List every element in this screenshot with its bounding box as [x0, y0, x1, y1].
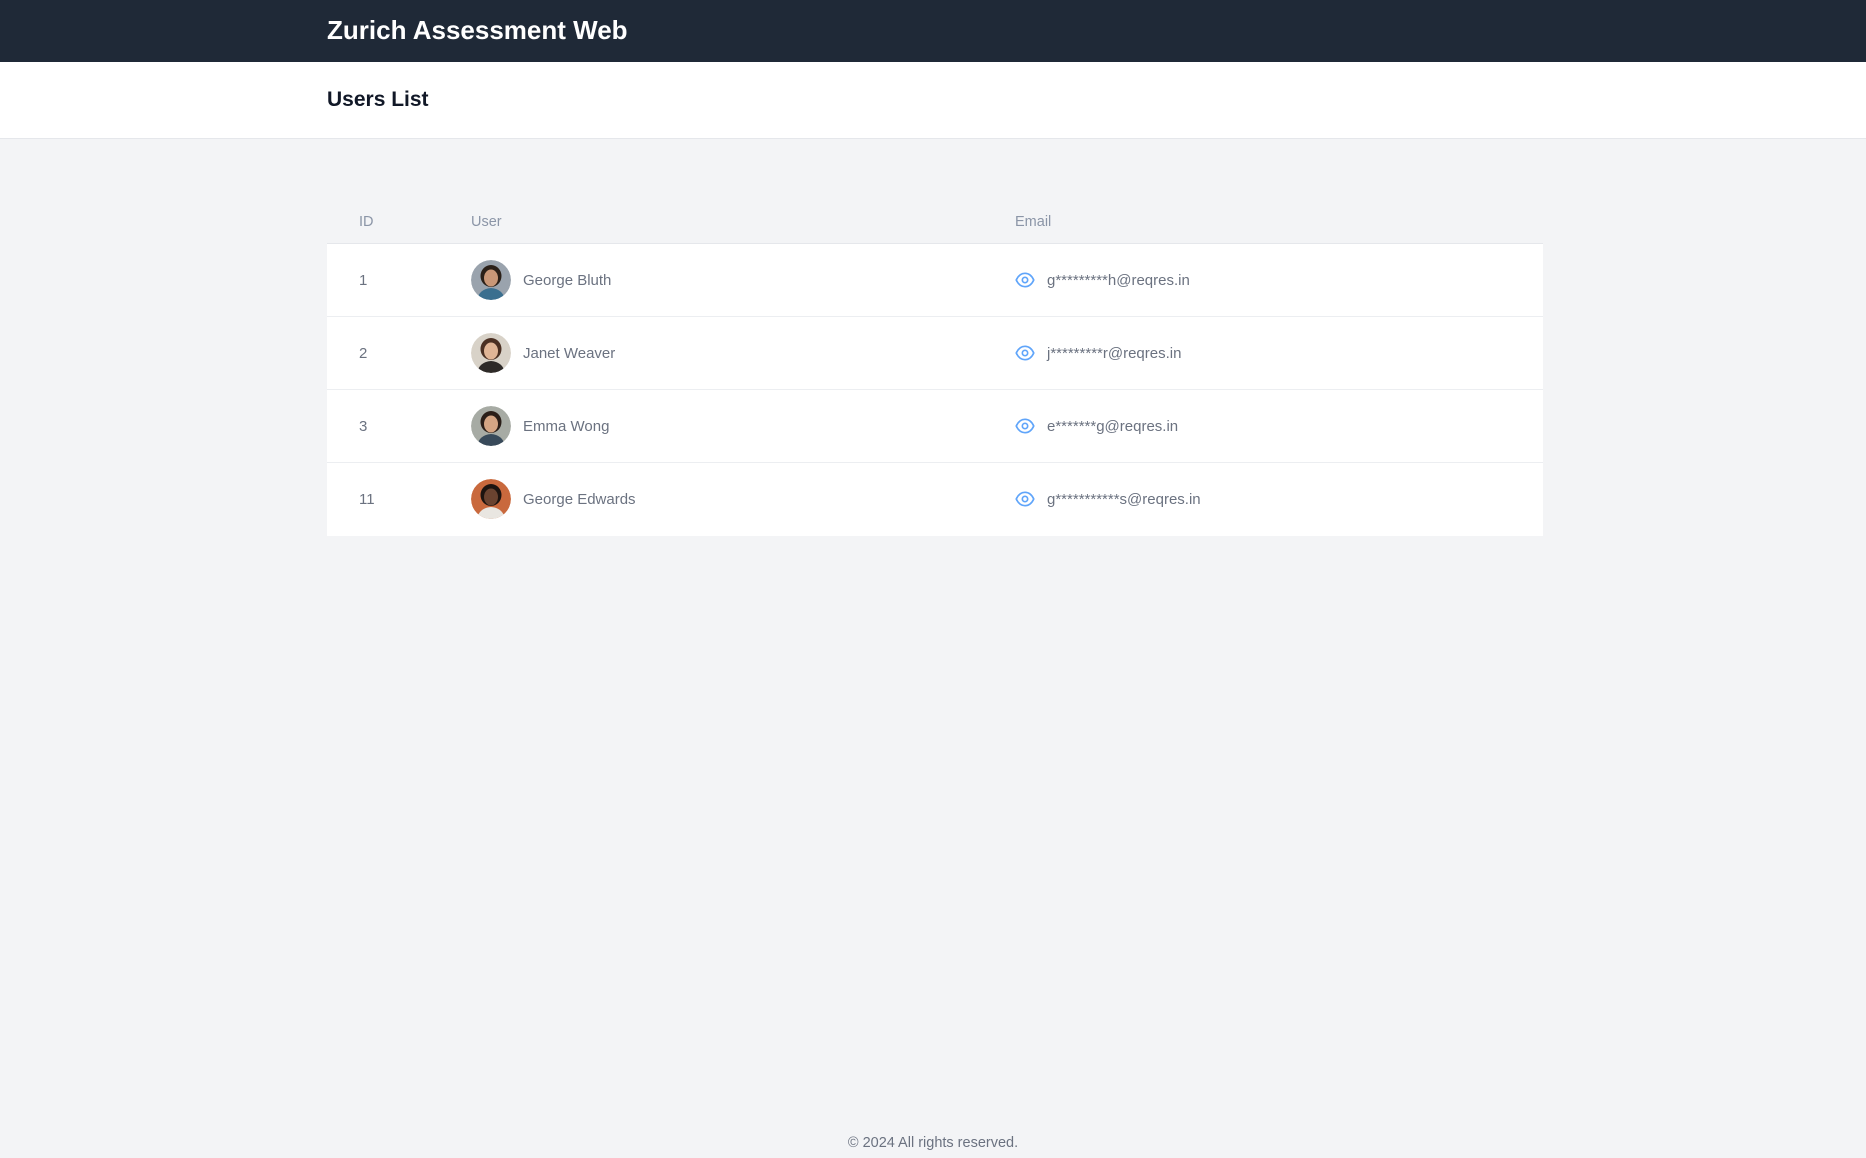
- user-email: g***********s@reqres.in: [1047, 490, 1201, 508]
- user-cell: George Edwards: [439, 462, 983, 536]
- user-cell: Emma Wong: [439, 389, 983, 463]
- avatar: [471, 479, 511, 520]
- table-row: 2 Janet Weaver j*********r@reqres.in: [327, 316, 1543, 390]
- user-cell: George Bluth: [439, 244, 983, 317]
- eye-icon[interactable]: [1015, 343, 1035, 363]
- user-info: George Bluth: [471, 260, 983, 300]
- user-id-cell: 3: [327, 389, 439, 463]
- user-name: Janet Weaver: [523, 344, 616, 362]
- table-row: 1 George Bluth g*********h@reqres.in: [327, 243, 1543, 317]
- user-cell: Janet Weaver: [439, 316, 983, 390]
- avatar: [471, 406, 511, 446]
- page-header: Users List: [0, 62, 1866, 139]
- user-email: j*********r@reqres.in: [1047, 344, 1182, 362]
- eye-icon[interactable]: [1015, 489, 1035, 509]
- column-header-user: User: [439, 200, 983, 244]
- table-body: 1 George Bluth g*********h@reqres.in 2 Janet…: [327, 243, 1543, 536]
- avatar: [471, 333, 511, 373]
- user-info: George Edwards: [471, 479, 983, 520]
- user-name: George Bluth: [523, 271, 612, 289]
- user-info: Janet Weaver: [471, 333, 983, 373]
- users-table-container: ID User Email 1 George Bluth g*********h@r…: [327, 200, 1543, 536]
- table-row: 11 George Edwards g***********s@reqres.in: [327, 462, 1543, 536]
- table-header-row: ID User Email: [327, 200, 1543, 244]
- user-info: Emma Wong: [471, 406, 983, 446]
- eye-icon[interactable]: [1015, 416, 1035, 436]
- top-navbar: Zurich Assessment Web: [0, 0, 1866, 62]
- table-header: ID User Email: [327, 200, 1543, 244]
- user-id-cell: 11: [327, 462, 439, 536]
- column-header-id: ID: [327, 200, 439, 244]
- eye-icon[interactable]: [1015, 270, 1035, 290]
- email-info: g***********s@reqres.in: [1015, 489, 1543, 509]
- email-info: g*********h@reqres.in: [1015, 270, 1543, 290]
- column-header-email: Email: [983, 200, 1543, 244]
- email-cell: g***********s@reqres.in: [983, 462, 1543, 536]
- table-row: 3 Emma Wong e*******g@reqres.in: [327, 389, 1543, 463]
- user-id-cell: 2: [327, 316, 439, 390]
- user-email: e*******g@reqres.in: [1047, 417, 1179, 435]
- footer-copyright: © 2024 All rights reserved.: [847, 1135, 1019, 1151]
- email-cell: g*********h@reqres.in: [983, 244, 1543, 317]
- users-table: ID User Email 1 George Bluth g*********h@r…: [327, 200, 1543, 536]
- app-title: Zurich Assessment Web: [327, 15, 628, 45]
- email-cell: j*********r@reqres.in: [983, 316, 1543, 390]
- user-id-cell: 1: [359, 271, 368, 289]
- page-title: Users List: [327, 88, 429, 111]
- user-email: g*********h@reqres.in: [1047, 271, 1190, 289]
- avatar: [471, 260, 511, 300]
- email-cell: e*******g@reqres.in: [983, 389, 1543, 463]
- email-info: e*******g@reqres.in: [1015, 416, 1543, 436]
- user-name: George Edwards: [523, 490, 636, 508]
- user-name: Emma Wong: [523, 417, 610, 435]
- email-info: j*********r@reqres.in: [1015, 343, 1543, 363]
